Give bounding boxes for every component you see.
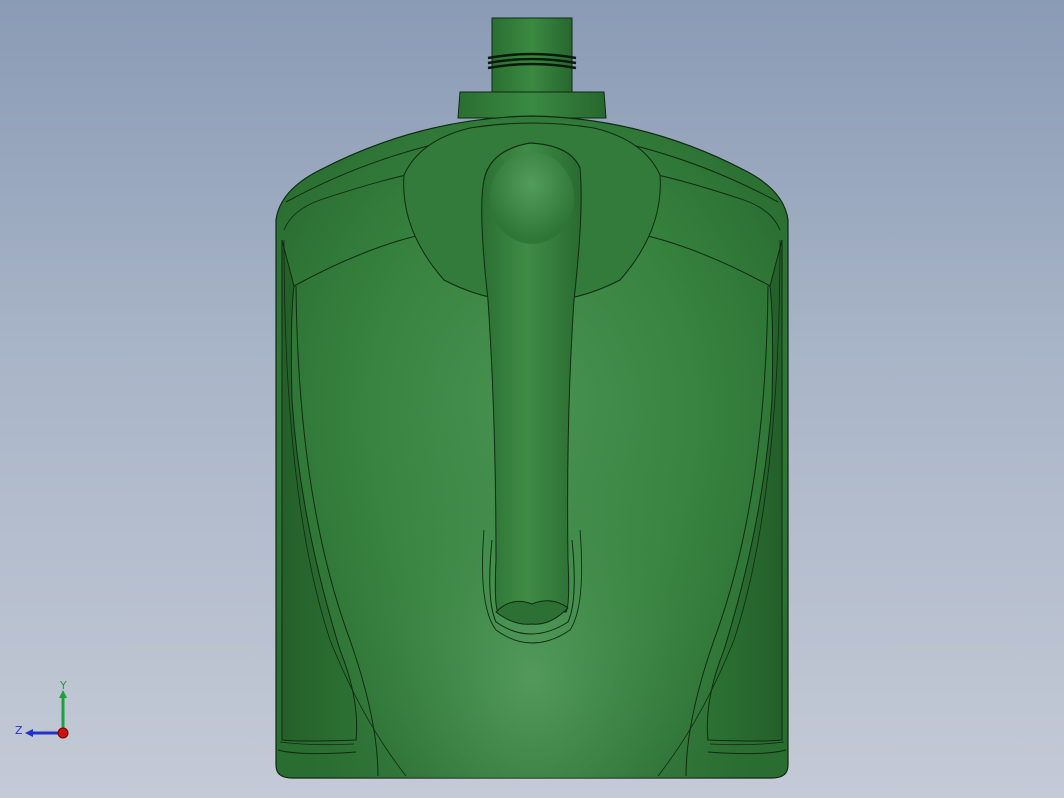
- graphics-viewport[interactable]: Y Z: [0, 0, 1064, 798]
- y-axis-label: Y: [59, 679, 67, 692]
- x-axis-point: [57, 727, 69, 739]
- bottle-neck[interactable]: [457, 17, 607, 119]
- bottle-3d-model[interactable]: [0, 0, 1064, 798]
- neck-collar: [457, 91, 607, 119]
- z-axis-arrowhead: [25, 729, 33, 737]
- z-axis-label: Z: [15, 724, 23, 737]
- axis-triad[interactable]: Y Z: [10, 676, 80, 746]
- handle[interactable]: [481, 142, 583, 644]
